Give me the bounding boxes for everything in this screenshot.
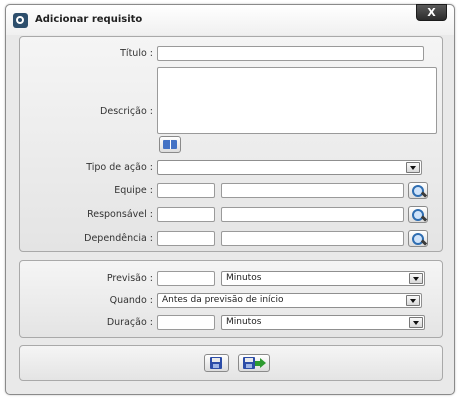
dependencia-code-input[interactable] (157, 231, 215, 246)
dependencia-search-button[interactable] (408, 230, 428, 247)
titulo-input[interactable] (157, 46, 424, 61)
duracao-unit-value: Minutos (226, 317, 262, 327)
chevron-down-icon[interactable] (409, 317, 423, 328)
floppy-disk-icon (210, 357, 222, 369)
previsao-unit-select[interactable]: Minutos (221, 271, 425, 286)
save-button[interactable] (204, 354, 229, 372)
titulo-label: Título : (120, 48, 153, 59)
dialog-titlebar: Adicionar requisito X (6, 4, 454, 35)
floppy-disk-icon (243, 357, 255, 369)
description-help-button[interactable] (159, 136, 181, 153)
chevron-down-icon[interactable] (406, 295, 420, 306)
actions-panel (19, 345, 443, 381)
chevron-down-icon[interactable] (409, 273, 423, 284)
details-panel: Título : Descrição : Tipo de ação : Equi… (19, 36, 443, 252)
equipe-name-input[interactable] (221, 183, 404, 198)
arrow-right-icon (255, 358, 266, 368)
previsao-input[interactable] (157, 271, 215, 286)
quando-value: Antes da previsão de início (162, 295, 284, 305)
responsavel-code-input[interactable] (157, 207, 215, 222)
equipe-search-button[interactable] (408, 182, 428, 199)
previsao-unit-value: Minutos (226, 273, 262, 283)
descricao-textarea[interactable] (157, 67, 437, 134)
previsao-label: Previsão : (106, 273, 153, 284)
close-button[interactable]: X (416, 4, 447, 21)
descricao-label: Descrição : (100, 106, 153, 117)
duracao-unit-select[interactable]: Minutos (221, 315, 425, 330)
tipo-acao-select[interactable] (157, 160, 422, 175)
duracao-label: Duração : (106, 317, 153, 328)
quando-select[interactable]: Antes da previsão de início (157, 293, 422, 308)
add-requirement-dialog: Adicionar requisito X Título : Descrição… (5, 4, 455, 395)
responsavel-name-input[interactable] (221, 207, 404, 222)
equipe-code-input[interactable] (157, 183, 215, 198)
dependencia-label: Dependência : (84, 233, 153, 244)
tipo-acao-label: Tipo de ação : (86, 162, 153, 173)
dependencia-name-input[interactable] (221, 231, 404, 246)
quando-label: Quando : (109, 295, 153, 306)
timing-panel: Previsão : Minutos Quando : Antes da pre… (19, 260, 443, 338)
equipe-label: Equipe : (114, 185, 153, 196)
save-and-close-button[interactable] (238, 354, 270, 372)
duracao-input[interactable] (157, 315, 215, 330)
app-logo-icon (13, 13, 28, 28)
chevron-down-icon[interactable] (406, 162, 420, 173)
dialog-title: Adicionar requisito (35, 14, 143, 25)
responsavel-search-button[interactable] (408, 206, 428, 223)
responsavel-label: Responsável : (87, 209, 153, 220)
